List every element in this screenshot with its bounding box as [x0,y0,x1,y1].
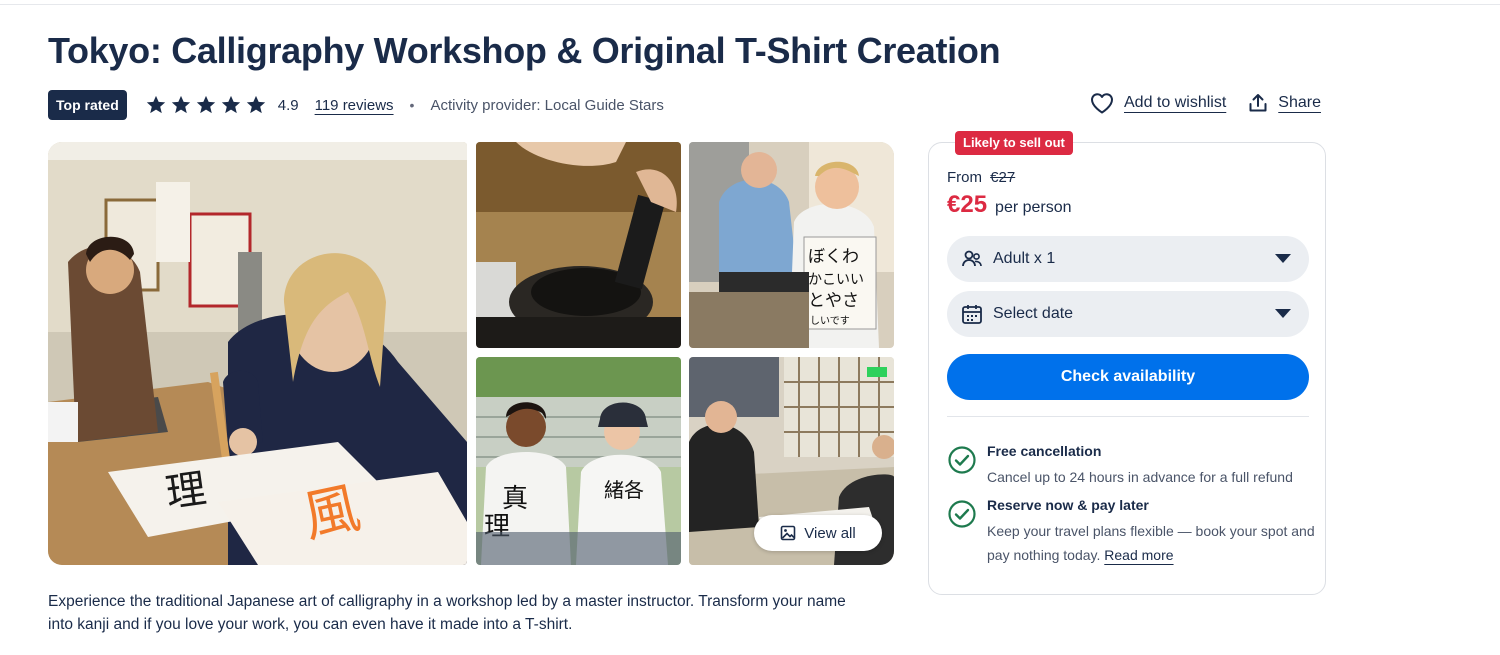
header-actions: Add to wishlist Share [1090,92,1321,114]
activity-description: Experience the traditional Japanese art … [48,593,846,633]
top-rated-badge: Top rated [48,90,127,120]
shirt1-text: 真 [502,484,528,514]
t-shirt-photo[interactable]: 真 理 緒各 [476,357,681,565]
participants-label: Adult x 1 [993,250,1056,267]
check-availability-button[interactable]: Check availability [947,354,1309,400]
activity-provider: Activity provider: Local Guide Stars [430,96,664,114]
main-photo[interactable]: 理 風 [48,142,467,565]
feature-title: Free cancellation [987,443,1102,459]
likely-to-sell-out-badge: Likely to sell out [955,131,1073,155]
svg-text:かこいい: かこいい [808,272,864,288]
share-button[interactable]: Share [1248,93,1321,113]
old-price: €27 [990,169,1016,186]
star-icon [246,95,265,114]
reviews-link[interactable]: 119 reviews [315,97,394,114]
meta-row: Top rated 4.9 119 reviews • Activity pro… [48,90,664,120]
view-all-button[interactable]: View all [754,515,882,551]
wishlist-button[interactable]: Add to wishlist [1090,92,1226,114]
wishlist-label: Add to wishlist [1124,94,1227,111]
feature-description: Keep your travel plans flexible — book y… [987,519,1317,567]
image-icon [780,525,796,541]
current-price: €25 [947,191,988,218]
photo-gallery: 理 風 ぼくわ かこいい とやさ しいです 真 理 緒各 View all [48,142,894,565]
per-person-label: per person [995,199,1072,216]
date-label: Select date [993,305,1074,322]
student-showing-calligraphy-photo[interactable]: ぼくわ かこいい とやさ しいです [689,142,894,348]
share-icon [1249,94,1267,112]
page-title: Tokyo: Calligraphy Workshop & Original T… [48,30,1001,71]
calligraphy-sheet-text: ぼくわ [808,247,859,267]
read-more-link[interactable]: Read more [1104,547,1173,563]
top-divider [0,4,1500,5]
price-row: €25 per person [947,191,1072,219]
check-circle-icon [948,446,976,474]
separator-dot: • [409,97,415,113]
star-icon [196,95,215,114]
feature-description: Cancel up to 24 hours in advance for a f… [987,469,1293,485]
rating-value: 4.9 [277,96,299,114]
svg-text:とやさ: とやさ [808,291,859,311]
check-circle-icon [948,500,976,528]
shirt2-text: 緒各 [604,478,644,502]
ink-stone-photo[interactable] [476,142,681,348]
share-label: Share [1278,94,1321,111]
from-label: From [947,169,982,186]
participants-icon [962,250,982,267]
booking-card: Likely to sell out From €27 €25 per pers… [928,131,1326,595]
date-select[interactable]: Select date [947,291,1309,337]
svg-text:しいです: しいです [810,315,850,327]
feature-title: Reserve now & pay later [987,497,1149,513]
chevron-down-icon [1275,254,1291,263]
calligraphy-class-photo: 理 風 [48,142,467,565]
view-all-label: View all [804,524,856,542]
booking-divider [947,416,1309,417]
calendar-icon [962,305,982,324]
chevron-down-icon [1275,309,1291,318]
heart-icon [1091,93,1113,114]
participants-select[interactable]: Adult x 1 [947,236,1309,282]
star-icon [146,95,165,114]
star-icon [171,95,190,114]
brush-text-black: 理 [163,466,209,517]
from-price-row: From €27 [947,169,1015,186]
star-icon [221,95,240,114]
star-rating [145,94,270,116]
